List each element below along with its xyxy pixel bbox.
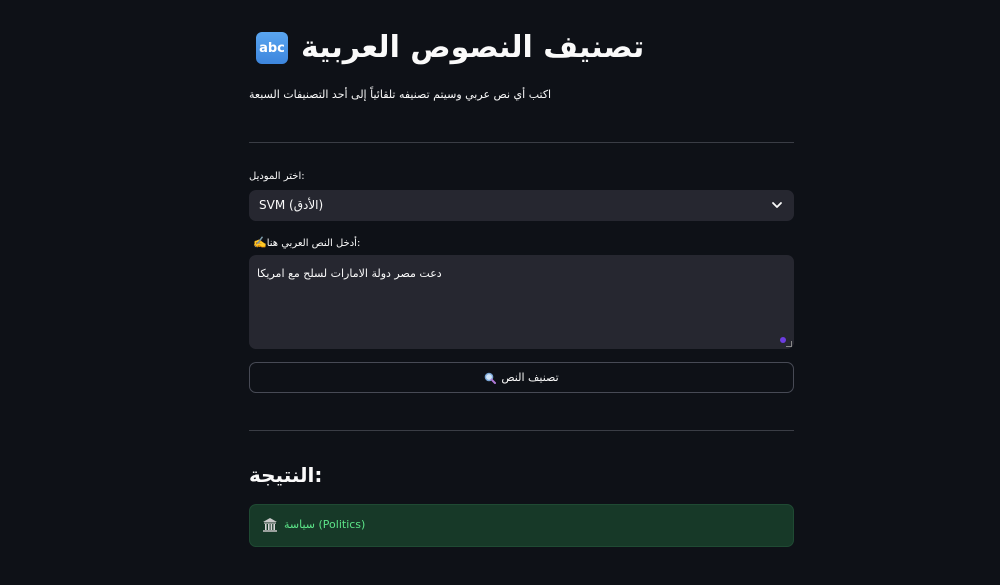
- divider: [249, 142, 794, 143]
- classify-button-label: تصنيف النص: [501, 371, 559, 384]
- magnifier-icon: [485, 372, 497, 384]
- model-select[interactable]: SVM (الأدق): [249, 190, 794, 221]
- result-alert: سياسة (Politics): [249, 504, 794, 547]
- writing-hand-icon: ✍️: [253, 236, 267, 249]
- model-select-label: اختر الموديل:: [249, 171, 305, 182]
- classify-button[interactable]: تصنيف النص: [249, 362, 794, 393]
- text-input-label: ✍️أدخل النص العربي هنا:: [249, 236, 360, 249]
- abc-icon: abc: [256, 32, 288, 64]
- text-input-area[interactable]: دعت مصر دولة الامارات لسلح مع امريكا: [249, 255, 794, 349]
- divider: [249, 430, 794, 431]
- text-input-label-text: أدخل النص العربي هنا:: [266, 238, 361, 249]
- model-select-value: SVM (الأدق): [259, 198, 324, 212]
- text-input-value: دعت مصر دولة الامارات لسلح مع امريكا: [257, 267, 442, 280]
- page-title: تصنيف النصوص العربية: [301, 30, 645, 65]
- page-subtitle: اكتب أي نص عربي وسيتم تصنيفه تلقائياً إل…: [249, 88, 552, 101]
- page-header: abc تصنيف النصوص العربية: [249, 30, 794, 72]
- result-heading: النتيجة:: [249, 463, 323, 487]
- resize-handle-icon[interactable]: [786, 341, 792, 347]
- classical-building-icon: [263, 518, 277, 532]
- result-text: سياسة (Politics): [284, 518, 366, 531]
- chevron-down-icon[interactable]: [770, 198, 784, 212]
